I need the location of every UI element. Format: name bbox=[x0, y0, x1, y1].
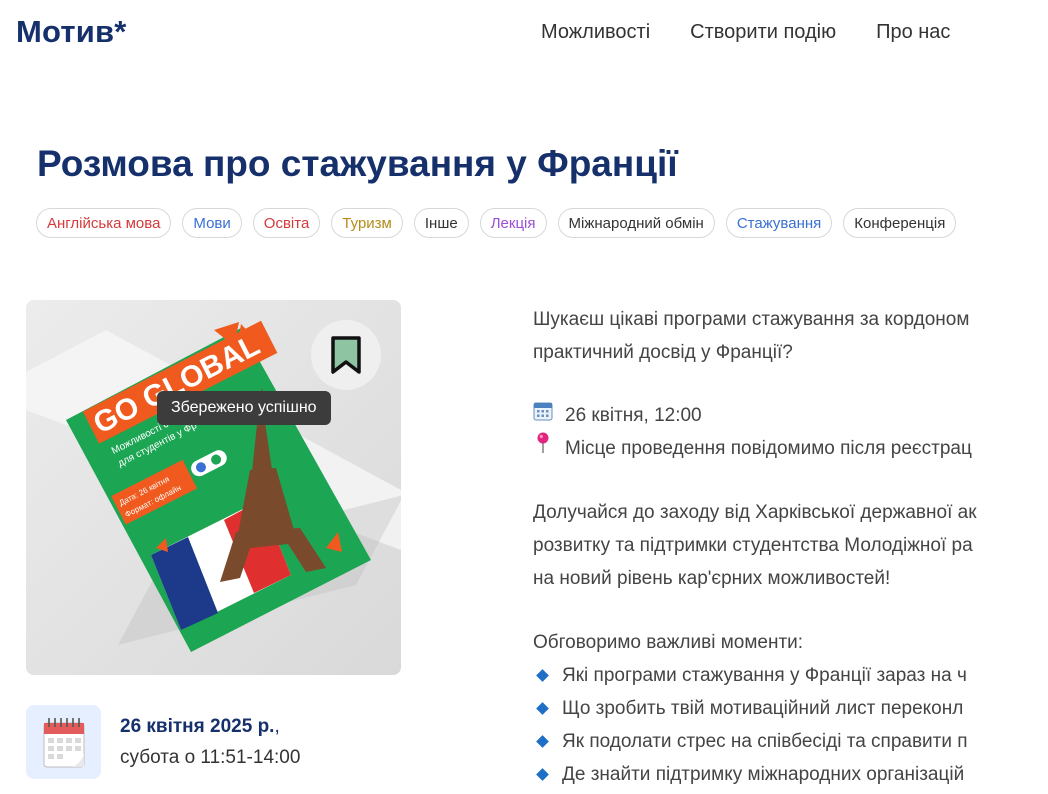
list-item: Які програми стажування у Франції зараз … bbox=[533, 659, 1048, 692]
tag-chip[interactable]: Конференція bbox=[843, 208, 957, 238]
tag-chip[interactable]: Мови bbox=[182, 208, 242, 238]
location-info: Місце проведення повідомимо після реєстр… bbox=[533, 432, 1048, 465]
list-item: Де знайти підтримку міжнародних організа… bbox=[533, 758, 1048, 791]
nav-link-opportunities[interactable]: Можливості bbox=[541, 21, 650, 44]
description-join-line-2: розвитку та підтримки студентства Молоді… bbox=[533, 535, 973, 556]
description-intro-line-2: практичний досвід у Франції? bbox=[533, 342, 793, 363]
nav-link-about[interactable]: Про нас bbox=[876, 21, 950, 44]
date-info: 26 квітня, 12:00 bbox=[533, 399, 1048, 432]
pushpin-icon bbox=[533, 432, 565, 465]
description-join-line-3: на новий рівень кар'єрних можливостей! bbox=[533, 568, 891, 589]
save-success-toast: Збережено успішно bbox=[157, 391, 331, 425]
event-description: Шукаєш цікаві програми стажування за кор… bbox=[533, 303, 1048, 791]
tag-chip[interactable]: Лекція bbox=[479, 208, 547, 238]
tag-chip[interactable]: Англійська мова bbox=[36, 208, 172, 238]
description-intro-line-1: Шукаєш цікаві програми стажування за кор… bbox=[533, 309, 970, 330]
main-nav: Можливості Створити подію Про нас bbox=[541, 21, 990, 44]
list-item-text: Як подолати стрес на співбесіді та справ… bbox=[562, 731, 968, 752]
list-item-text: Де знайти підтримку міжнародних організа… bbox=[562, 764, 965, 785]
calendar-icon bbox=[26, 705, 101, 779]
date-info-text: 26 квітня, 12:00 bbox=[565, 405, 702, 426]
list-item: Як подолати стрес на співбесіді та справ… bbox=[533, 725, 1048, 758]
list-item-text: Які програми стажування у Франції зараз … bbox=[562, 665, 967, 686]
tag-chip[interactable]: Туризм bbox=[331, 208, 403, 238]
page-title: Розмова про стажування у Франції bbox=[37, 143, 678, 184]
list-item-text: Що зробить твій мотиваційний лист переко… bbox=[562, 698, 964, 719]
nav-link-create-event[interactable]: Створити подію bbox=[690, 21, 836, 44]
discussion-heading: Обговоримо важливі моменти: bbox=[533, 632, 804, 653]
diamond-bullet-icon bbox=[536, 735, 549, 748]
site-logo[interactable]: Мотив* bbox=[16, 14, 127, 50]
tag-chip[interactable]: Стажування bbox=[725, 208, 833, 238]
location-info-text: Місце проведення повідомимо після реєстр… bbox=[565, 438, 972, 459]
bookmark-icon bbox=[331, 336, 361, 374]
event-date: 26 квітня 2025 р., bbox=[120, 716, 280, 737]
diamond-bullet-icon bbox=[536, 669, 549, 682]
tag-chip[interactable]: Міжнародний обмін bbox=[557, 208, 715, 238]
tag-chip[interactable]: Інше bbox=[413, 208, 469, 238]
calendar-small-icon bbox=[533, 399, 565, 432]
tag-list: Англійська мова Мови Освіта Туризм Інше Лекці… bbox=[36, 208, 967, 238]
tag-chip[interactable]: Освіта bbox=[252, 208, 321, 238]
diamond-bullet-icon bbox=[536, 702, 549, 715]
event-time: субота о 11:51-14:00 bbox=[120, 747, 301, 768]
diamond-bullet-icon bbox=[536, 768, 549, 781]
description-join-line-1: Долучайся до заходу від Харківської держ… bbox=[533, 502, 977, 523]
list-item: Що зробить твій мотиваційний лист переко… bbox=[533, 692, 1048, 725]
bookmark-button[interactable] bbox=[311, 320, 381, 390]
